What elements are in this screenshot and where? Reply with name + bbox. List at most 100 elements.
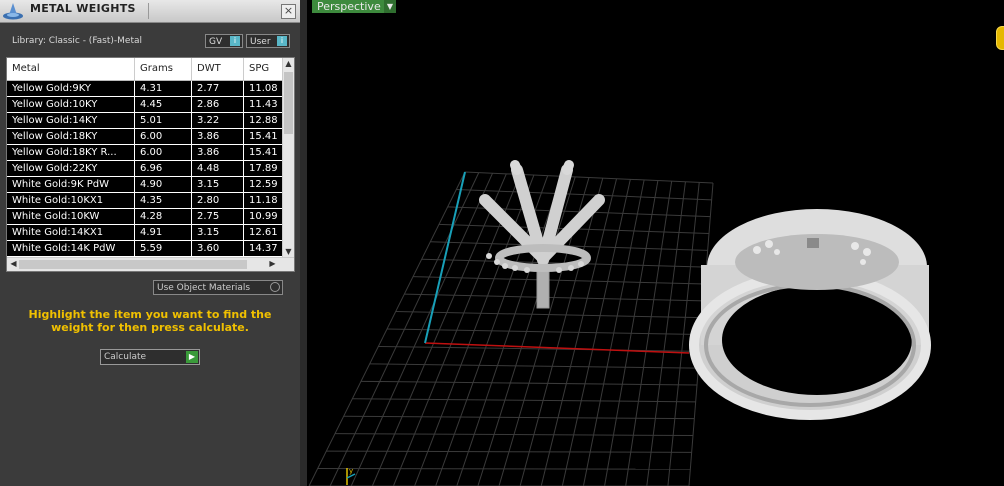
cell-grams: 4.91	[135, 225, 192, 240]
cell-grams: 5.59	[135, 241, 192, 256]
cell-metal: White Gold:14KX1	[7, 225, 135, 240]
table-header: Metal Grams DWT SPG	[7, 58, 284, 81]
cell-grams: 4.45	[135, 97, 192, 112]
cell-metal: Yellow Gold:9KY	[7, 81, 135, 96]
column-header-dwt[interactable]: DWT	[192, 58, 244, 80]
calculate-button[interactable]: Calculate ▶	[100, 349, 200, 365]
cell-spg: 14.37	[249, 243, 278, 254]
panel-title: METAL WEIGHTS	[30, 2, 136, 15]
cell-dwt: 2.77	[192, 81, 244, 96]
cell-dwt: 3.22	[192, 113, 244, 128]
cell-dwt: 3.86	[192, 145, 244, 160]
cell-metal: White Gold:10KX1	[7, 193, 135, 208]
gv-toggle-button[interactable]: GV i	[205, 34, 243, 48]
play-icon: ▶	[186, 351, 198, 363]
axis-gizmo-icon: y	[346, 467, 356, 485]
cell-dwt: 2.80	[192, 193, 244, 208]
cell-spg: 10.99	[249, 211, 278, 222]
cell-dwt: 3.15	[192, 177, 244, 192]
cell-spg: 11.43	[249, 99, 278, 110]
ring-model	[689, 209, 931, 420]
gv-label: GV	[209, 37, 223, 47]
table-row[interactable]: Yellow Gold:18KY R... 6.00 3.86 15.41	[7, 145, 284, 161]
panel-titlebar: METAL WEIGHTS ×	[0, 0, 300, 23]
view-mode-label: Perspective	[317, 0, 381, 13]
cell-grams: 4.90	[135, 177, 192, 192]
cell-metal: Yellow Gold:10KY	[7, 97, 135, 112]
scroll-left-icon[interactable]: ◀	[8, 259, 19, 268]
cell-metal: Yellow Gold:18KY	[7, 129, 135, 144]
svg-text:y: y	[349, 467, 353, 475]
table-row[interactable]: Yellow Gold:22KY 6.96 4.48 17.89	[7, 161, 284, 177]
table-row[interactable]: White Gold:9K PdW 4.90 3.15 12.59	[7, 177, 284, 193]
cell-metal: White Gold:10KW	[7, 209, 135, 224]
cell-spg: 11.08	[249, 83, 278, 94]
scroll-up-icon[interactable]: ▲	[283, 59, 294, 68]
table-body: Yellow Gold:9KY 4.31 2.77 11.08 Yellow Gold…	[7, 81, 284, 257]
cell-metal: Yellow Gold:14KY	[7, 113, 135, 128]
close-button[interactable]: ×	[281, 4, 296, 19]
metal-weights-panel: METAL WEIGHTS × Library: Classic - (Fast…	[0, 0, 301, 486]
info-icon: i	[230, 36, 240, 46]
info-icon: i	[277, 36, 287, 46]
table-row[interactable]: White Gold:10KW 4.28 2.75 10.99	[7, 209, 284, 225]
cell-spg: 15.41	[249, 147, 278, 158]
table-row[interactable]: White Gold:10KX1 4.35 2.80 11.18	[7, 193, 284, 209]
scene-canvas	[308, 160, 931, 486]
view-mode-dropdown[interactable]: Perspective ▼	[312, 0, 396, 13]
radio-icon	[270, 282, 280, 292]
cell-metal: White Gold:9K PdW	[7, 177, 135, 192]
cell-spg: 11.18	[249, 195, 278, 206]
table-row[interactable]: Yellow Gold:14KY 5.01 3.22 12.88	[7, 113, 284, 129]
cell-grams: 4.31	[135, 81, 192, 96]
user-toggle-button[interactable]: User i	[246, 34, 290, 48]
cell-dwt: 3.60	[192, 241, 244, 256]
vertical-scroll-thumb[interactable]	[284, 72, 293, 134]
cell-grams: 4.35	[135, 193, 192, 208]
panel-divider[interactable]	[300, 0, 307, 486]
column-header-grams[interactable]: Grams	[135, 58, 192, 80]
column-header-spg[interactable]: SPG	[244, 58, 284, 80]
instruction-text: Highlight the item you want to find the …	[28, 308, 272, 334]
use-object-materials-label: Use Object Materials	[157, 283, 251, 293]
scroll-down-icon[interactable]: ▼	[283, 247, 294, 256]
horizontal-scrollbar[interactable]: ◀ ▶	[7, 257, 294, 271]
cell-metal: Yellow Gold:18KY R...	[7, 145, 135, 160]
cell-metal: White Gold:14K PdW	[7, 241, 135, 256]
table-row[interactable]: White Gold:14KX1 4.91 3.15 12.61	[7, 225, 284, 241]
cell-spg: 15.41	[249, 131, 278, 142]
library-label: Library: Classic - (Fast)-Metal	[12, 36, 143, 46]
cell-dwt: 3.15	[192, 225, 244, 240]
prong-setting-model	[479, 160, 605, 309]
cell-grams: 6.00	[135, 129, 192, 144]
3d-viewport[interactable]	[307, 0, 1004, 486]
cell-spg: 12.88	[249, 115, 278, 126]
cell-grams: 4.28	[135, 209, 192, 224]
use-object-materials-toggle[interactable]: Use Object Materials	[153, 280, 283, 295]
cell-metal: Yellow Gold:22KY	[7, 161, 135, 176]
cell-dwt: 4.48	[192, 161, 244, 176]
title-separator	[148, 3, 149, 19]
app-logo-icon	[3, 3, 23, 20]
calculate-label: Calculate	[104, 352, 147, 362]
cell-dwt: 2.75	[192, 209, 244, 224]
scroll-right-icon[interactable]: ▶	[267, 259, 278, 268]
cell-grams: 6.00	[135, 145, 192, 160]
table-row[interactable]: Yellow Gold:10KY 4.45 2.86 11.43	[7, 97, 284, 113]
cell-dwt: 3.86	[192, 129, 244, 144]
table-row[interactable]: White Gold:14K PdW 5.59 3.60 14.37	[7, 241, 284, 257]
cell-spg: 17.89	[249, 163, 278, 174]
vertical-scrollbar[interactable]: ▲ ▼	[282, 58, 294, 257]
cell-grams: 5.01	[135, 113, 192, 128]
table-row[interactable]: Yellow Gold:9KY 4.31 2.77 11.08	[7, 81, 284, 97]
gold-coin-icon[interactable]	[996, 26, 1004, 50]
metal-table: Metal Grams DWT SPG Yellow Gold:9KY 4.31 2…	[6, 57, 295, 272]
horizontal-scroll-thumb[interactable]	[19, 260, 247, 269]
chevron-down-icon: ▼	[384, 0, 396, 13]
cell-grams: 6.96	[135, 161, 192, 176]
column-header-metal[interactable]: Metal	[7, 58, 135, 80]
cell-dwt: 2.86	[192, 97, 244, 112]
cell-spg: 12.61	[249, 227, 278, 238]
user-label: User	[250, 37, 271, 47]
table-row[interactable]: Yellow Gold:18KY 6.00 3.86 15.41	[7, 129, 284, 145]
